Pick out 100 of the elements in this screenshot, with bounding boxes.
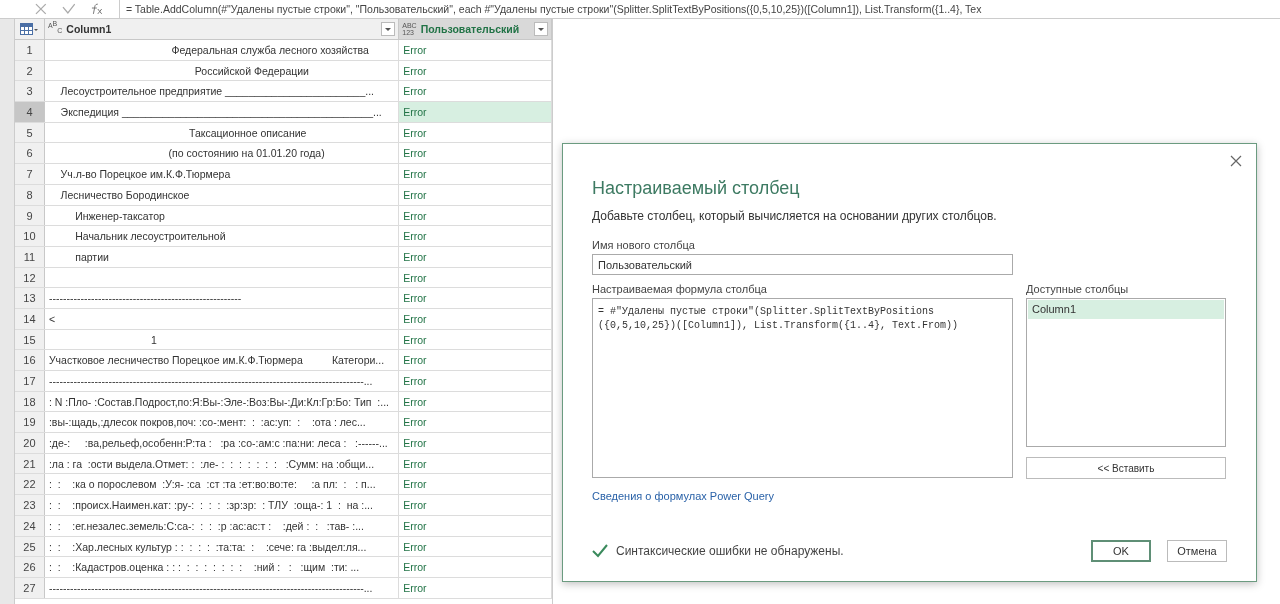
check-icon (592, 544, 608, 558)
error-cell[interactable]: Error (399, 143, 552, 164)
row-number[interactable]: 25 (15, 536, 45, 557)
error-cell[interactable]: Error (399, 40, 552, 60)
function-icon[interactable] (89, 3, 105, 15)
error-cell[interactable]: Error (399, 122, 552, 143)
row-number[interactable]: 14 (15, 308, 45, 329)
close-icon[interactable] (1230, 155, 1242, 167)
field-label: Имя нового столбца (592, 239, 696, 251)
row-number[interactable]: 3 (15, 81, 45, 102)
error-cell[interactable]: Error (399, 371, 552, 391)
table-cell: :вы-:щадь,:длесок покров,поч: :со-:мент: : :ас:уп: : :ота : лес... (44, 412, 400, 433)
row-number[interactable]: 20 (15, 433, 45, 453)
row-number[interactable]: 11 (15, 246, 45, 267)
dropdown-icon[interactable] (534, 22, 548, 36)
error-cell[interactable]: Error (399, 329, 552, 350)
error-cell[interactable]: Error (399, 226, 552, 246)
row-number[interactable]: 17 (15, 371, 45, 391)
row-number[interactable]: 15 (15, 329, 45, 350)
error-cell[interactable]: Error (399, 515, 552, 536)
error-cell[interactable]: Error (399, 184, 552, 205)
row-number[interactable]: 7 (15, 164, 45, 184)
dialog-description: Добавьте столбец, который вычисляется на основании других столбцов. (592, 209, 998, 223)
error-cell[interactable]: Error (399, 495, 552, 515)
table-cell: Участковое лесничество Порецкое им.К.Ф.Тюрмера Категори... (44, 350, 400, 370)
row-number[interactable]: 6 (15, 143, 45, 164)
row-number[interactable]: 26 (15, 557, 45, 577)
error-cell[interactable]: Error (399, 246, 552, 267)
table-cell: Федеральная служба лесного хозяйства (44, 40, 400, 60)
table-cell: Уч.л-во Порецкое им.К.Ф.Тюрмера (44, 164, 400, 184)
error-cell[interactable]: Error (399, 60, 552, 81)
row-number[interactable]: 22 (15, 474, 45, 495)
formula-field[interactable]: = #"Удалены пустые строки"(Splitter.SplitTextByPositions ({0,5,10,25})([Column1]), List.Transform({1..4}, Text.From)) (592, 298, 1013, 478)
table-cell: : : :Хар.лесных культур : : : : : :та:та: : :сече: га :выдел:ля... (44, 536, 400, 557)
table-cell: < (44, 308, 400, 329)
row-number[interactable]: 8 (15, 184, 45, 205)
field-label: Настраиваемая формула столбца (592, 283, 768, 295)
error-cell[interactable]: Error (399, 391, 552, 412)
dialog-title: Настраиваемый столбец (592, 178, 801, 199)
row-number[interactable]: 4 (15, 102, 45, 122)
table-cell: Лесоустроительное предприятие ________________________... (44, 81, 400, 102)
insert-button[interactable]: << Вставить (1026, 457, 1226, 479)
column-name: Column1 (66, 23, 113, 35)
error-cell[interactable]: Error (399, 267, 552, 288)
row-number[interactable]: 9 (15, 205, 45, 226)
table-cell: :де-: :ва,рельеф,особенн:Р:та : :ра :со-:ам:с :па:ни: леса : :------... (44, 433, 400, 453)
status-message: Синтаксические ошибки не обнаружены. (616, 544, 844, 558)
list-item[interactable]: Column1 (1028, 300, 1224, 319)
cancel-button[interactable]: Отмена (1167, 540, 1227, 562)
row-number[interactable]: 23 (15, 495, 45, 515)
row-number[interactable]: 2 (15, 60, 45, 81)
table-cell: Начальник лесоустроительной (44, 226, 400, 246)
table-cell: Российской Федерации (44, 60, 400, 81)
error-cell[interactable]: Error (399, 577, 552, 598)
error-cell[interactable]: Error (399, 308, 552, 329)
row-number[interactable]: 10 (15, 226, 45, 246)
row-number[interactable]: 16 (15, 350, 45, 370)
table-cell: : : :Кадастров.оценка : : : : : : : : : : :ний : : :щим :ти: ... (44, 557, 400, 577)
row-number[interactable]: 13 (15, 288, 45, 308)
table-cell: Лесничество Бородинское (44, 184, 400, 205)
help-link[interactable]: Сведения о формулах Power Query (592, 490, 774, 502)
error-cell[interactable]: Error (399, 350, 552, 370)
column-name: Пользовательский (420, 23, 521, 35)
table-cell: ------------------------------------------------------------------------------------------... (44, 371, 400, 391)
table-cell: : : :ка о порослевом :У:я- :са :ст :та :ет:во:во:те: :а пл: : : п... (44, 474, 400, 495)
error-cell[interactable]: Error (399, 433, 552, 453)
table-cell: : N :Пло- :Состав.Подрост,по:Я:Вы-:Эле-:Воз:Вы-:Ди:Кл:Гр:Бо: Тип :... (44, 391, 400, 412)
error-cell[interactable]: Error (399, 453, 552, 474)
table-cell: партии (44, 246, 400, 267)
row-number[interactable]: 24 (15, 515, 45, 536)
column-name-field[interactable]: Пользовательский (592, 254, 1013, 275)
error-cell[interactable]: Error (399, 102, 552, 122)
error-cell[interactable]: Error (399, 205, 552, 226)
row-number[interactable]: 19 (15, 412, 45, 433)
formula-bar[interactable]: = Table.AddColumn(#"Удалены пустые строки", "Пользовательский", each #"Удалены пустые строки"(Splitter.SplitTextByPositions({0,5,10,25})([Column1]), List.Transform({1..4}, Tex (120, 0, 982, 18)
row-number[interactable]: 27 (15, 577, 45, 598)
table-cell: (по состоянию на 01.01.20 года) (44, 143, 400, 164)
field-label: Доступные столбцы (1026, 283, 1130, 295)
table-cell: Таксационное описание (44, 122, 400, 143)
table-cell: : : :ег.незалес.земель:С:са-: : : :р :ас:ас:т : :дей : : :тав- :... (44, 515, 400, 536)
row-number[interactable]: 12 (15, 267, 45, 288)
error-cell[interactable]: Error (399, 536, 552, 557)
table-cell: : : :происх.Наимен.кат: :ру-: : : : :зр:зр: : ТЛУ :оща-: 1 : на :... (44, 495, 400, 515)
row-number[interactable]: 1 (15, 40, 45, 60)
error-cell[interactable]: Error (399, 164, 552, 184)
row-number[interactable]: 18 (15, 391, 45, 412)
check-icon[interactable] (61, 3, 76, 15)
table-cell: :ла : га :ости выдела.Отмет: : :ле- : : : : : : : :Сумм: на :общи... (44, 453, 400, 474)
error-cell[interactable]: Error (399, 557, 552, 577)
table-cell: ------------------------------------------------------- (44, 288, 400, 308)
row-number[interactable]: 21 (15, 453, 45, 474)
error-cell[interactable]: Error (399, 81, 552, 102)
error-cell[interactable]: Error (399, 412, 552, 433)
error-cell[interactable]: Error (399, 474, 552, 495)
table-cell: 1 (44, 329, 400, 350)
row-number[interactable]: 5 (15, 122, 45, 143)
error-cell[interactable]: Error (399, 288, 552, 308)
ok-button[interactable]: OK (1091, 540, 1151, 562)
dropdown-icon[interactable] (381, 22, 396, 36)
table-cell: Инженер-таксатор (44, 205, 400, 226)
